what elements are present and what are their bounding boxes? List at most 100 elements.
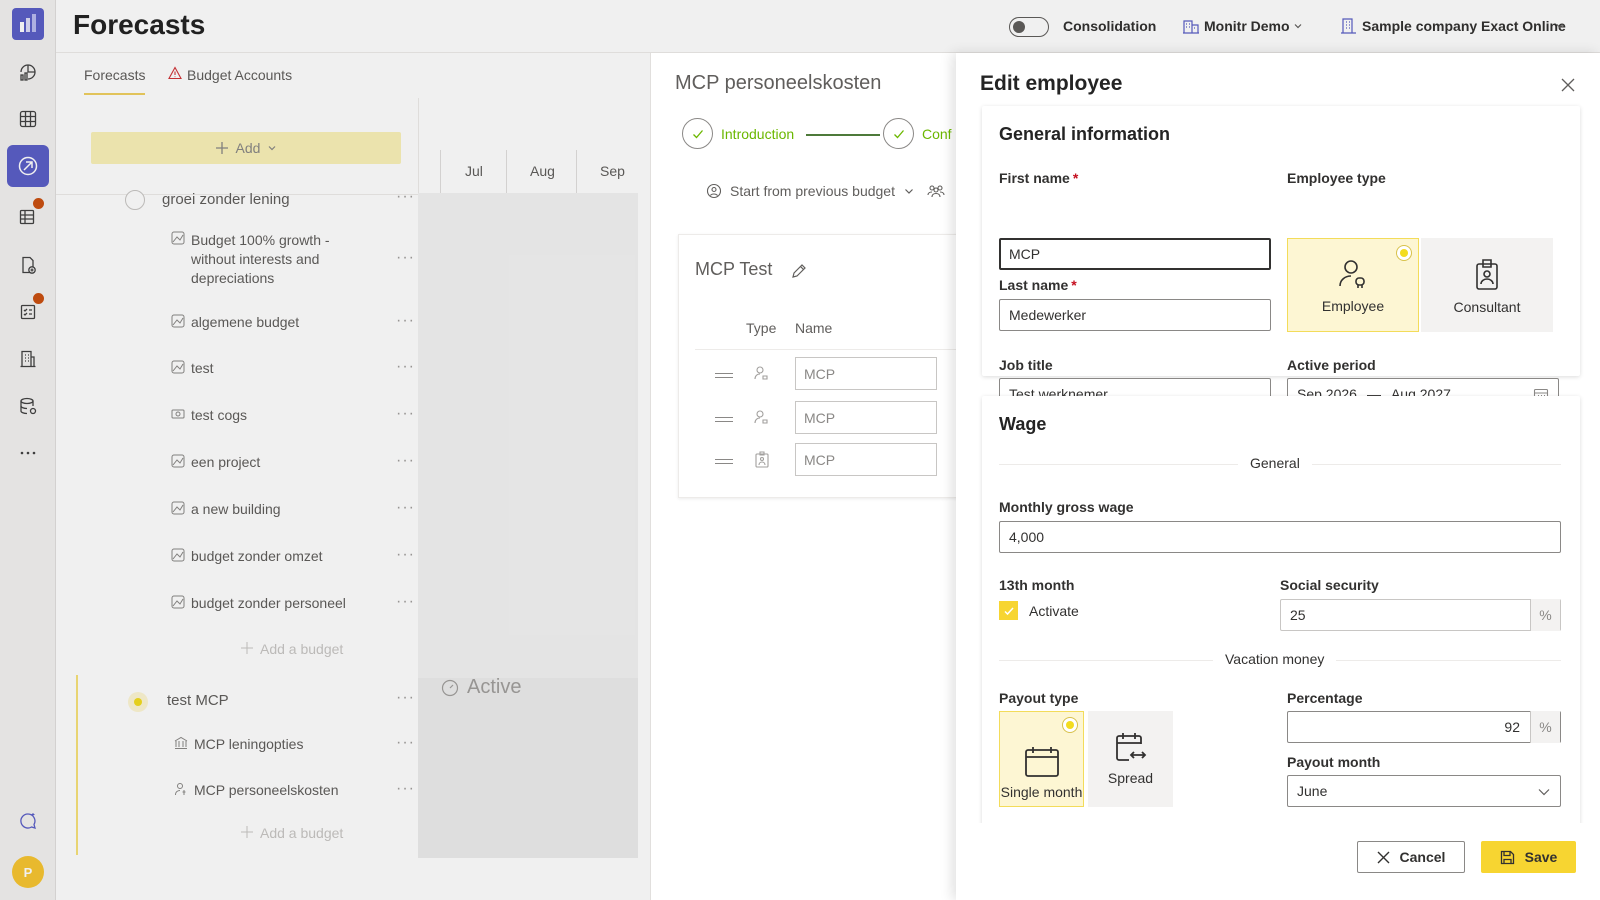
chat-sparkle-icon[interactable] [7,800,49,842]
employee-icon [1338,258,1368,290]
social-security-field[interactable]: 25 % [1280,599,1561,631]
timeline-status: Active [441,676,521,699]
app-logo-icon[interactable] [12,8,44,40]
document-add-icon[interactable] [7,244,49,286]
list-item[interactable]: budget zonder omzet [171,548,323,564]
payout-label: Single month [1000,784,1083,800]
close-icon[interactable] [1561,78,1575,92]
start-from-previous-budget[interactable]: Start from previous budget [706,183,945,199]
dashboard-icon[interactable] [7,51,49,93]
gauge-icon [441,679,459,697]
table-row: MCP [679,438,969,482]
budget-icon [171,454,185,468]
people-icon[interactable] [927,183,945,199]
more-options-icon[interactable]: ··· [396,499,415,517]
budget-group-name[interactable]: test MCP [167,692,229,709]
tab-budget-accounts[interactable]: Budget Accounts [187,67,292,83]
add-budget-link[interactable]: Add a budget [240,641,343,657]
consolidation-toggle[interactable] [1009,17,1049,37]
active-period-label: Active period [1287,357,1376,373]
budget-name: Budget 100% growth - without interests a… [191,232,330,286]
more-options-icon[interactable]: ··· [396,452,415,470]
more-options-icon[interactable]: ··· [396,593,415,611]
checklist-warning-icon[interactable] [7,290,49,332]
step-label: Conf [922,125,952,142]
name-input[interactable]: MCP [795,443,937,476]
drag-handle-icon[interactable] [715,373,733,378]
more-options-icon[interactable]: ··· [396,734,415,752]
step-configuration[interactable]: Conf [883,118,952,149]
last-name-field[interactable]: Medewerker [999,299,1271,331]
chevron-down-icon [266,142,278,154]
building-icon[interactable] [7,338,49,380]
budget-icon [171,501,185,515]
company-selector[interactable]: Sample company Exact Online [1362,18,1566,34]
list-item[interactable]: budget zonder personeel [171,595,346,611]
payout-month-select[interactable]: June [1287,775,1561,807]
employee-type-label: Employee type [1287,170,1386,186]
page-title: Forecasts [73,9,206,40]
budget-icon [171,231,185,245]
last-name-label: Last name * [999,277,1077,293]
percentage-value: 92 [1504,719,1520,735]
drag-handle-icon[interactable] [715,417,733,422]
table-warning-icon[interactable] [7,195,49,237]
employee-type-employee[interactable]: Employee [1287,238,1419,332]
more-options-icon[interactable]: ··· [396,358,415,376]
list-item[interactable]: MCP personeelskosten [174,782,338,798]
list-item[interactable]: een project [171,454,260,470]
budget-name: budget zonder omzet [191,548,323,564]
company-group-selector[interactable]: Monitr Demo [1204,18,1290,34]
monthly-gross-wage-field[interactable]: 4,000 [999,521,1561,553]
percentage-field[interactable]: 92 % [1287,711,1561,743]
chevron-down-icon [1537,786,1551,798]
chevron-down-icon [903,185,915,197]
list-item[interactable]: test cogs [171,407,247,423]
more-options-icon[interactable]: ··· [396,689,415,707]
group-radio[interactable] [125,190,145,210]
job-title-label: Job title [999,357,1053,373]
more-options-icon[interactable]: ··· [396,312,415,330]
employee-type-consultant[interactable]: Consultant [1421,238,1553,332]
cancel-button[interactable]: Cancel [1357,841,1465,873]
more-icon[interactable] [7,432,49,474]
payout-type-spread[interactable]: Spread [1088,711,1173,807]
percent-unit: % [1530,599,1560,631]
add-budget-link[interactable]: Add a budget [240,825,343,841]
forecast-icon[interactable] [7,145,49,187]
first-name-field[interactable]: MCP [999,238,1271,270]
name-input[interactable]: MCP [795,401,937,434]
tab-forecasts[interactable]: Forecasts [84,67,146,95]
activate-checkbox[interactable] [999,601,1018,620]
list-item[interactable]: Budget 100% growth - without interests a… [171,231,361,288]
grid-icon[interactable] [7,98,49,140]
chevron-down-icon[interactable] [1292,20,1304,32]
name-input[interactable]: MCP [795,357,937,390]
more-options-icon[interactable]: ··· [396,405,415,423]
payout-label: Spread [1107,770,1154,786]
step-introduction[interactable]: Introduction [682,118,794,149]
budget-name: test [191,360,214,376]
save-button[interactable]: Save [1481,841,1576,873]
more-options-icon[interactable]: ··· [396,780,415,798]
database-icon[interactable] [7,385,49,427]
table-row: MCP [679,396,969,440]
list-item[interactable]: test [171,360,214,376]
more-options-icon[interactable]: ··· [396,546,415,564]
list-item[interactable]: a new building [171,501,281,517]
add-button[interactable]: Add [91,132,401,164]
budget-group-name[interactable]: groei zonder lening [162,191,290,208]
edit-icon[interactable] [790,262,808,280]
payout-type-single-month[interactable]: Single month [999,711,1084,807]
group-radio-selected[interactable] [128,692,148,712]
more-options-icon[interactable]: ··· [396,249,415,267]
drag-handle-icon[interactable] [715,459,733,464]
more-options-icon[interactable]: ··· [396,188,415,206]
panel-footer: Cancel Save [956,823,1600,900]
month-header: Aug [530,163,555,179]
list-item[interactable]: algemene budget [171,314,299,330]
list-item[interactable]: MCP leningopties [174,736,303,752]
avatar[interactable]: P [12,856,44,888]
general-information-card: General information First name * MCP Last… [982,106,1580,410]
chevron-down-icon[interactable] [1554,20,1566,32]
